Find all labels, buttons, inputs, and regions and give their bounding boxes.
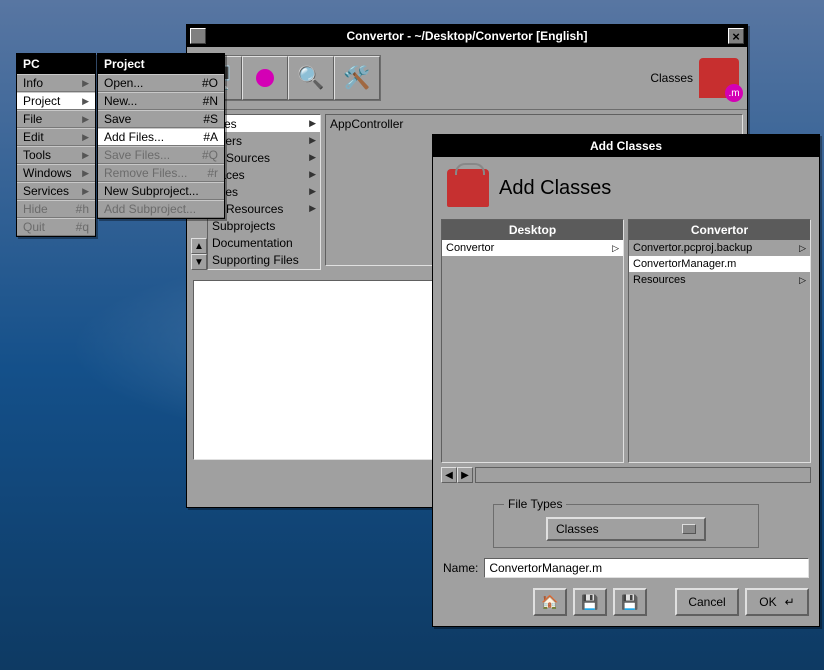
menu-item-save[interactable]: Save#S [98, 110, 224, 128]
chevron-right-icon: ▶ [309, 118, 316, 129]
menu-item-add-subproject[interactable]: Add Subproject... [98, 200, 224, 218]
menu-item-services[interactable]: Services▶ [17, 182, 95, 200]
submenu-icon: ▶ [82, 96, 89, 107]
inspector-button[interactable]: 🛠️ [334, 56, 380, 100]
miniaturize-button[interactable] [190, 28, 206, 44]
chevron-right-icon: ▷ [612, 243, 619, 254]
chevron-right-icon: ▶ [309, 135, 316, 146]
dialog-title: Add Classes [590, 139, 662, 153]
browser-item[interactable]: Resources▷ [629, 272, 810, 288]
name-label: Name: [443, 561, 478, 575]
select-value: Classes [556, 522, 599, 536]
floppy-eject-icon: 💾 [621, 594, 638, 611]
column-header: Convertor [629, 220, 810, 240]
scroll-down-button[interactable]: ▼ [191, 254, 207, 270]
toolbox-icon [447, 169, 489, 207]
dialog-buttons: 🏠 💾 💾 Cancel OK↵ [433, 580, 819, 626]
column-list[interactable]: Convertor▷ [442, 240, 623, 462]
filetypes-fieldset: File Types Classes [493, 497, 759, 548]
tools-icon: 🛠️ [343, 65, 370, 91]
browser-scrollbar[interactable]: ◀ ▶ [433, 463, 819, 487]
menu-item-new-subproject[interactable]: New Subproject... [98, 182, 224, 200]
browser-column-2: Convertor Convertor.pcproj.backup▷ Conve… [628, 219, 811, 463]
browser-column-1: Desktop Convertor▷ [441, 219, 624, 463]
menu-title: Project [98, 54, 224, 74]
list-item[interactable]: Supporting Files [208, 251, 320, 268]
find-button[interactable]: 🔍 [288, 56, 334, 100]
add-classes-dialog: Add Classes Add Classes Desktop Converto… [432, 134, 820, 627]
home-icon: 🏠 [541, 594, 558, 611]
menu-item-file[interactable]: File▶ [17, 110, 95, 128]
chevron-right-icon: ▷ [799, 243, 806, 254]
browser-item[interactable]: Convertor.pcproj.backup▷ [629, 240, 810, 256]
chevron-right-icon: ▶ [309, 152, 316, 163]
menu-item-windows[interactable]: Windows▶ [17, 164, 95, 182]
floppy-icon: 💾 [581, 594, 598, 611]
m-badge-icon: .m [725, 84, 743, 102]
menu-item-project[interactable]: Project▶ [17, 92, 95, 110]
menu-title: PC [17, 54, 95, 74]
name-input[interactable] [484, 558, 809, 578]
toolbar: 🖥️ 🔍 🛠️ Classes .m [187, 47, 747, 110]
run-icon [256, 69, 274, 87]
classes-text: Classes [650, 71, 693, 85]
menu-item-hide[interactable]: Hide#h [17, 200, 95, 218]
magnifier-icon: 🔍 [297, 65, 324, 91]
menu-item-add-files[interactable]: Add Files...#A [98, 128, 224, 146]
list-item[interactable]: AppController [326, 115, 742, 132]
name-row: Name: [433, 556, 819, 580]
cancel-button[interactable]: Cancel [675, 588, 739, 616]
submenu-icon: ▶ [82, 150, 89, 161]
scroll-left-button[interactable]: ◀ [441, 467, 457, 483]
chevron-right-icon: ▶ [309, 203, 316, 214]
dialog-header: Add Classes [433, 157, 819, 219]
menu-item-edit[interactable]: Edit▶ [17, 128, 95, 146]
menu-item-remove-files[interactable]: Remove Files...#r [98, 164, 224, 182]
chevron-right-icon: ▶ [309, 169, 316, 180]
menu-item-save-files[interactable]: Save Files...#Q [98, 146, 224, 164]
submenu-icon: ▶ [82, 78, 89, 89]
menu-item-quit[interactable]: Quit#q [17, 218, 95, 236]
menu-item-new[interactable]: New...#N [98, 92, 224, 110]
ok-button[interactable]: OK↵ [745, 588, 809, 616]
menu-item-info[interactable]: Info▶ [17, 74, 95, 92]
chevron-right-icon: ▷ [799, 275, 806, 286]
submenu-icon: ▶ [82, 132, 89, 143]
column-header: Desktop [442, 220, 623, 240]
close-button[interactable]: × [728, 28, 744, 44]
menu-item-tools[interactable]: Tools▶ [17, 146, 95, 164]
select-knob-icon [682, 524, 696, 534]
run-button[interactable] [242, 56, 288, 100]
filetypes-select[interactable]: Classes [546, 517, 706, 541]
browser-item[interactable]: Convertor▷ [442, 240, 623, 256]
pc-menu: PC Info▶ Project▶ File▶ Edit▶ Tools▶ Win… [16, 53, 96, 237]
chevron-right-icon: ▶ [309, 186, 316, 197]
dialog-heading: Add Classes [499, 177, 611, 200]
list-item[interactable]: Documentation [208, 234, 320, 251]
filetypes-legend: File Types [504, 497, 566, 511]
scroll-track[interactable] [475, 467, 811, 483]
submenu-icon: ▶ [82, 114, 89, 125]
project-titlebar[interactable]: Convertor - ~/Desktop/Convertor [English… [187, 25, 747, 47]
home-button[interactable]: 🏠 [533, 588, 567, 616]
disk-button[interactable]: 💾 [573, 588, 607, 616]
file-browser: Desktop Convertor▷ Convertor Convertor.p… [433, 219, 819, 463]
scroll-right-button[interactable]: ▶ [457, 467, 473, 483]
scroll-up-button[interactable]: ▲ [191, 238, 207, 254]
menu-item-open[interactable]: Open...#O [98, 74, 224, 92]
submenu-icon: ▶ [82, 186, 89, 197]
return-icon: ↵ [785, 595, 795, 609]
submenu-icon: ▶ [82, 168, 89, 179]
list-item[interactable]: Subprojects [208, 217, 320, 234]
toolbox-icon: .m [699, 58, 739, 98]
project-submenu: Project Open...#O New...#N Save#S Add Fi… [97, 53, 225, 219]
browser-item[interactable]: ConvertorManager.m [629, 256, 810, 272]
eject-button[interactable]: 💾 [613, 588, 647, 616]
classes-indicator: Classes .m [650, 58, 739, 98]
window-title: Convertor - ~/Desktop/Convertor [English… [346, 29, 587, 43]
dialog-titlebar[interactable]: Add Classes [433, 135, 819, 157]
column-list[interactable]: Convertor.pcproj.backup▷ ConvertorManage… [629, 240, 810, 462]
